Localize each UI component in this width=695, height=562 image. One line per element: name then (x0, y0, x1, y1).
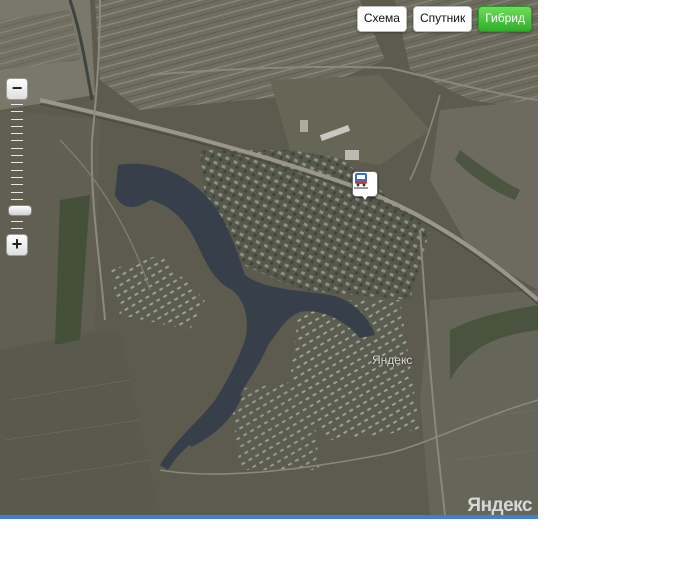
map-type-switcher: Схема Спутник Гибрид (356, 6, 532, 32)
zoom-tick (11, 199, 23, 200)
zoom-tick (11, 221, 23, 222)
map-bottom-bar (0, 515, 538, 519)
zoom-tick (11, 228, 23, 229)
zoom-slider-track[interactable] (8, 100, 32, 232)
hybrid-button[interactable]: Гибрид (478, 6, 532, 32)
zoom-tick (11, 184, 23, 185)
zoom-tick (11, 192, 23, 193)
map-viewport[interactable]: Яндекс Яндекс Схема Спутник Гибрид − + (0, 0, 538, 515)
zoom-tick (11, 133, 23, 134)
zoom-tick (11, 119, 23, 120)
zoom-tick (11, 111, 23, 112)
zoom-control: − + (6, 78, 32, 256)
satellite-imagery (0, 0, 538, 515)
zoom-tick (11, 162, 23, 163)
zoom-tick (11, 148, 23, 149)
zoom-out-button[interactable]: − (6, 78, 28, 100)
zoom-tick (11, 177, 23, 178)
scheme-button[interactable]: Схема (356, 6, 407, 32)
train-station-marker[interactable] (352, 171, 378, 200)
zoom-in-button[interactable]: + (6, 234, 28, 256)
yandex-logo: Яндекс (467, 495, 532, 515)
satellite-button[interactable]: Спутник (412, 6, 473, 32)
zoom-tick (11, 140, 23, 141)
map-place-label: Яндекс (372, 353, 413, 367)
zoom-tick (11, 155, 23, 156)
train-station-icon (354, 173, 368, 189)
zoom-tick (11, 104, 23, 105)
zoom-tick (11, 126, 23, 127)
zoom-slider-handle[interactable] (8, 205, 32, 216)
zoom-tick (11, 170, 23, 171)
